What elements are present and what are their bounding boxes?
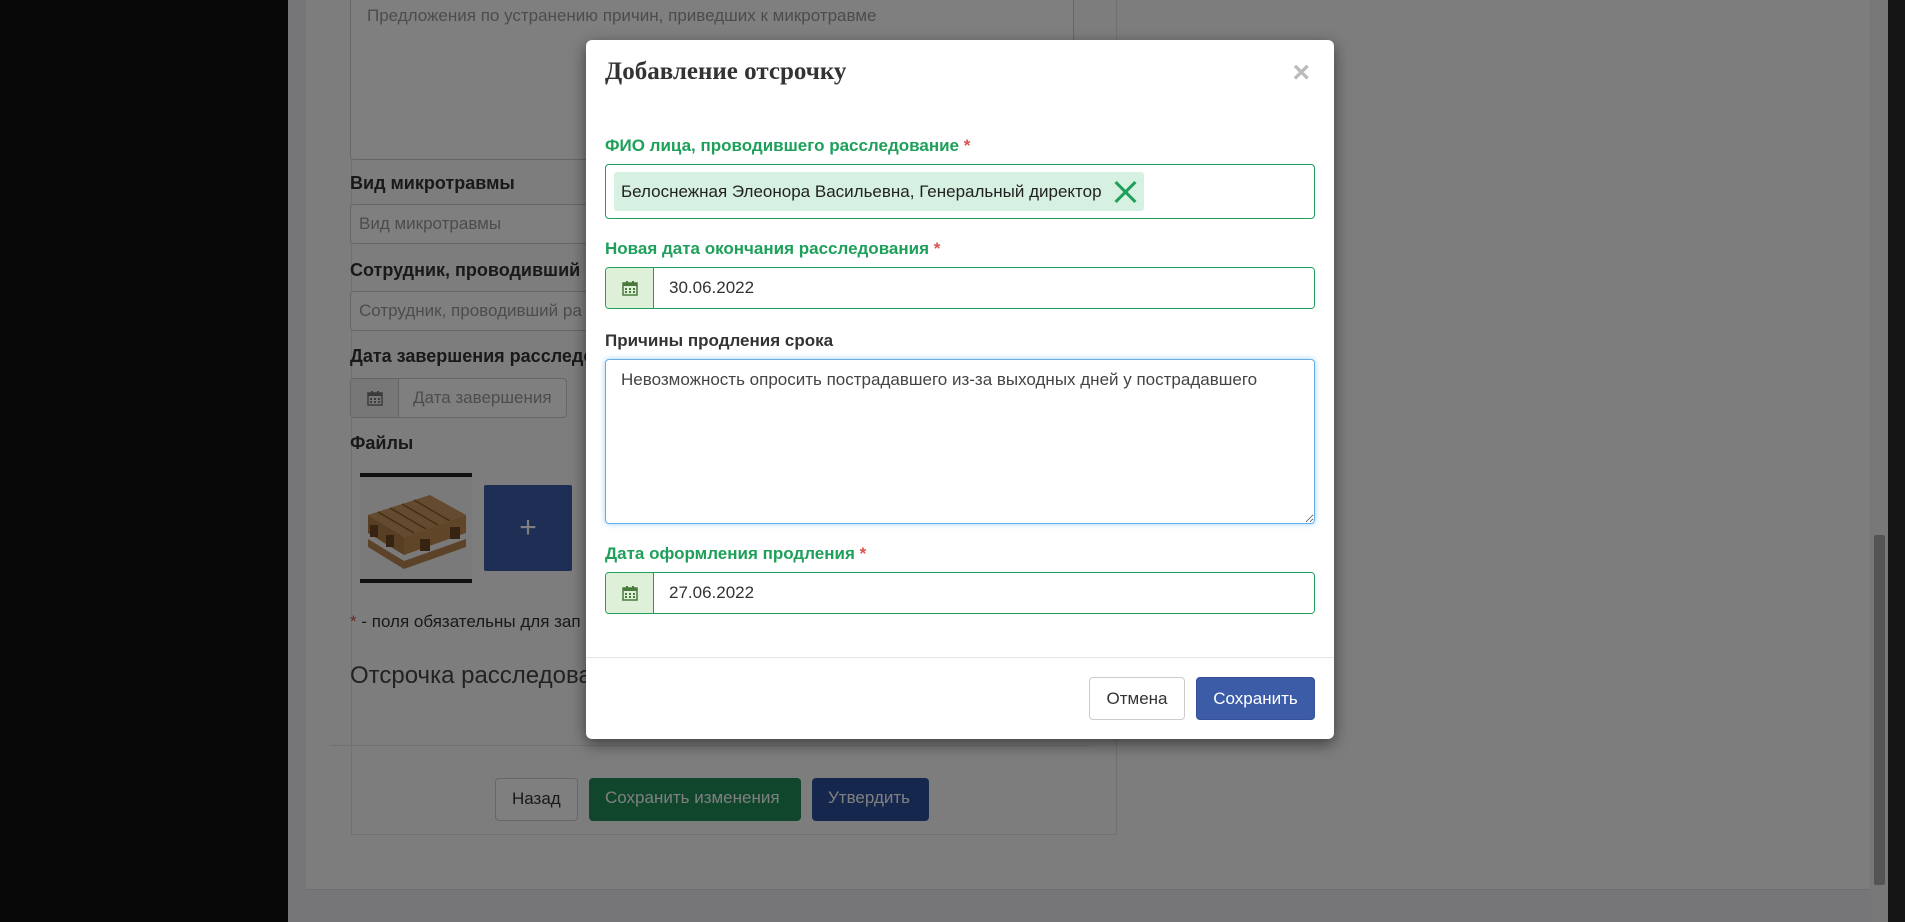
modal-header: Добавление отсрочку × — [586, 40, 1334, 120]
calendar-icon[interactable] — [606, 268, 654, 308]
close-icon[interactable]: × — [1292, 58, 1310, 88]
cancel-button[interactable]: Отмена — [1089, 677, 1185, 720]
save-button[interactable]: Сохранить — [1196, 677, 1315, 720]
extension-date-label: Дата оформления продления * — [605, 544, 1315, 564]
investigator-tag: Белоснежная Элеонора Васильевна, Генерал… — [614, 172, 1144, 211]
investigator-tag-label: Белоснежная Элеонора Васильевна, Генерал… — [621, 181, 1102, 201]
modal-body: ФИО лица, проводившего расследование * Б… — [605, 120, 1315, 614]
required-star: * — [859, 544, 867, 563]
modal-title: Добавление отсрочку — [605, 58, 847, 85]
new-end-date-label-text: Новая дата окончания расследования — [605, 239, 930, 258]
new-end-date-field — [605, 267, 1315, 309]
modal-footer: Отмена Сохранить — [586, 657, 1334, 739]
reasons-textarea[interactable]: Невозможность опросить пострадавшего из-… — [605, 359, 1315, 524]
calendar-icon[interactable] — [606, 573, 654, 613]
required-star: * — [963, 136, 971, 155]
new-end-date-input[interactable] — [654, 268, 1314, 308]
investigator-label-text: ФИО лица, проводившего расследование — [605, 136, 959, 155]
reasons-label: Причины продления срока — [605, 331, 834, 350]
investigator-select[interactable]: Белоснежная Элеонора Васильевна, Генерал… — [605, 164, 1315, 219]
remove-tag-icon[interactable] — [1112, 179, 1138, 205]
extension-date-label-text: Дата оформления продления — [605, 544, 855, 563]
investigator-label: ФИО лица, проводившего расследование * — [605, 136, 1315, 156]
extension-date-field — [605, 572, 1315, 614]
required-star: * — [933, 239, 941, 258]
postponement-modal: Добавление отсрочку × ФИО лица, проводив… — [586, 40, 1334, 739]
new-end-date-label: Новая дата окончания расследования * — [605, 239, 1315, 259]
extension-date-input[interactable] — [654, 573, 1314, 613]
